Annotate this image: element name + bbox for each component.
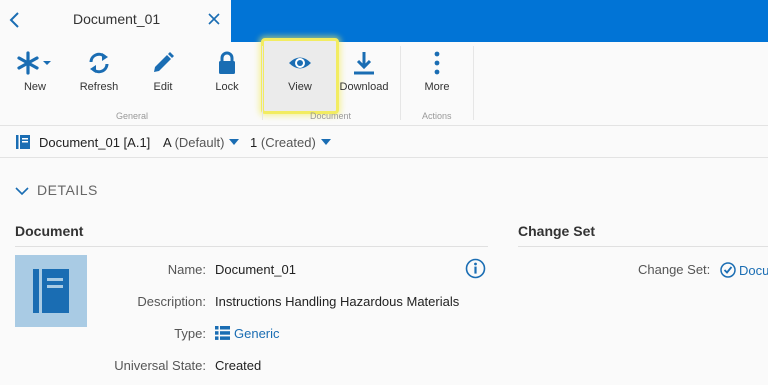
refresh-label: Refresh [79,81,119,93]
ribbon-toolbar: New Refresh Edit Lock View Download More… [0,38,768,126]
type-label: Type: [174,326,206,341]
lock-label: Lock [215,81,239,93]
iteration-label: (Created) [260,135,316,150]
details-header-label: DETAILS [37,182,98,198]
view-button[interactable]: View [261,38,339,114]
download-icon [354,52,374,75]
revision-label: (Default) [174,135,225,150]
new-asterisk-icon [17,51,51,75]
more-vertical-icon [434,51,440,75]
new-button[interactable]: New [3,42,67,112]
pencil-icon [154,52,174,72]
revision-dropdown[interactable]: A (Default) [163,135,240,150]
group-label-document: Document [310,111,352,121]
back-arrow-icon[interactable] [6,10,24,30]
group-label-general: General [116,111,149,121]
section-divider [15,246,488,247]
info-icon[interactable] [465,258,486,279]
universal-state-value: Created [215,358,262,373]
new-label: New [23,81,46,93]
group-divider [473,46,474,120]
details-toggle[interactable]: DETAILS [15,182,98,198]
view-label: View [288,81,312,93]
iteration-number: 1 [250,135,258,150]
lock-button[interactable]: Lock [195,42,259,112]
version-name: Document_01 [A.1] [39,135,151,150]
description-label: Description: [137,294,206,309]
description-value: Instructions Handling Hazardous Material… [215,294,460,309]
list-icon [215,326,230,340]
caret-down-icon [320,139,331,145]
edit-label: Edit [153,81,173,93]
universal-state-label: Universal State: [114,358,206,373]
more-label: More [424,81,450,93]
check-circle-icon [720,262,736,278]
section-divider [518,246,768,247]
top-bar: Document_01 [0,0,768,42]
lock-icon [219,51,235,74]
document-section-title: Document [15,223,84,239]
edit-button[interactable]: Edit [131,42,195,112]
name-value: Document_01 [215,262,296,277]
download-button[interactable]: Download [332,42,396,112]
iteration-dropdown[interactable]: 1 (Created) [250,135,331,150]
chevron-down-icon [15,187,29,196]
caret-down-icon [229,139,240,145]
version-bar: Document_01 [A.1] A (Default) 1 (Created… [0,126,768,158]
name-label: Name: [167,262,206,277]
refresh-button[interactable]: Refresh [67,42,131,112]
type-link[interactable]: Generic [215,326,280,341]
download-label: Download [339,81,389,93]
refresh-icon [89,52,109,74]
group-label-actions: Actions [422,111,452,121]
document-icon [16,135,30,149]
group-divider [400,46,401,120]
change-set-section-title: Change Set [518,223,596,239]
change-set-label: Change Set: [638,262,711,277]
change-set-link[interactable]: Docu [720,262,768,278]
more-button[interactable]: More [405,42,469,112]
group-divider [262,46,263,120]
type-value: Generic [234,326,280,341]
tab-title: Document_01 [73,11,161,27]
eye-icon [289,57,311,69]
close-icon[interactable] [206,11,222,27]
document-tab[interactable]: Document_01 [0,0,231,42]
change-set-value: Docu [739,263,768,278]
revision-letter: A [163,135,171,150]
